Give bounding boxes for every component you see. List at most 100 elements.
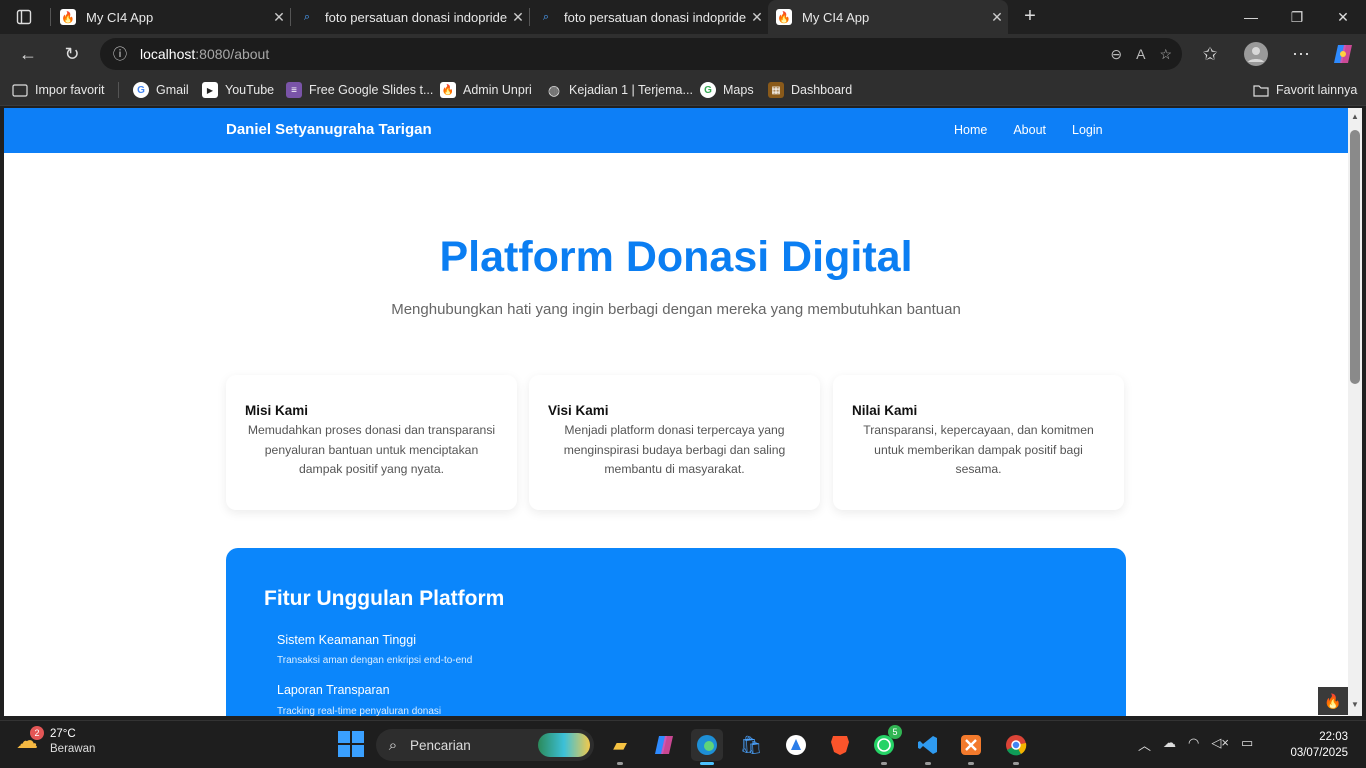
profile-avatar[interactable] bbox=[1240, 38, 1272, 70]
tab-actions-icon[interactable] bbox=[8, 5, 40, 29]
vscode-icon[interactable] bbox=[912, 729, 944, 765]
bookmark-maps[interactable]: G Maps bbox=[700, 74, 754, 106]
feature-title: Sistem Keamanan Tinggi bbox=[277, 633, 416, 647]
tab-strip: 🔥 My CI4 App ✕ ⌕ foto persatuan donasi i… bbox=[0, 0, 1366, 34]
minimize-icon[interactable]: — bbox=[1228, 0, 1274, 34]
favorites-icon[interactable]: ✩ bbox=[1194, 38, 1226, 70]
onedrive-icon[interactable]: ☁ bbox=[1163, 735, 1176, 754]
bookmark-separator bbox=[118, 82, 119, 98]
new-tab-icon[interactable]: + bbox=[1018, 5, 1042, 29]
browser-tab-3[interactable]: ⌕ foto persatuan donasi indopride ✕ bbox=[530, 0, 768, 34]
bookmark-impor-favorit[interactable]: Impor favorit bbox=[12, 74, 104, 106]
edge-browser-icon[interactable] bbox=[691, 729, 723, 765]
feature-title: Laporan Transparan bbox=[277, 683, 390, 697]
nav-link-login[interactable]: Login bbox=[1072, 123, 1103, 137]
address-bar[interactable]: ⓘ localhost:8080/about ⊖ A ☆ bbox=[100, 38, 1182, 70]
back-icon[interactable]: ← bbox=[12, 38, 44, 70]
close-icon[interactable]: ✕ bbox=[268, 9, 290, 26]
copilot-app-icon[interactable] bbox=[648, 729, 680, 761]
folder-import-icon bbox=[12, 82, 28, 98]
bookmark-gmail[interactable]: G Gmail bbox=[133, 74, 189, 106]
card-misi: Misi Kami Memudahkan proses donasi dan t… bbox=[226, 375, 517, 510]
card-title: Visi Kami bbox=[548, 403, 609, 418]
windows-start-icon[interactable] bbox=[338, 731, 364, 757]
taskbar-search[interactable]: ⌕ Pencarian bbox=[376, 729, 594, 761]
bookmarks-bar: Impor favorit G Gmail ▶ YouTube ≡ Free Goog… bbox=[0, 74, 1366, 106]
page-scrollbar[interactable]: ▲ ▼ bbox=[1348, 108, 1362, 716]
file-explorer-icon[interactable]: ▰ bbox=[604, 729, 636, 765]
restore-icon[interactable]: ❐ bbox=[1274, 0, 1320, 34]
browser-tab-2[interactable]: ⌕ foto persatuan donasi indopride ✕ bbox=[291, 0, 529, 34]
card-text: Memudahkan proses donasi dan transparans… bbox=[247, 423, 496, 476]
card-title: Nilai Kami bbox=[852, 403, 918, 418]
taskbar-clock[interactable]: 22:03 03/07/2025 bbox=[1290, 729, 1348, 761]
close-icon[interactable]: ✕ bbox=[986, 9, 1008, 26]
browser-tab-active[interactable]: 🔥 My CI4 App ✕ bbox=[768, 0, 1008, 34]
notification-badge: 2 bbox=[30, 726, 44, 740]
site-navbar: Daniel Setyanugraha Tarigan Home About L… bbox=[4, 108, 1348, 153]
close-window-icon[interactable]: ✕ bbox=[1320, 0, 1366, 34]
more-options-icon[interactable]: ⋯ bbox=[1285, 38, 1317, 70]
nav-link-home[interactable]: Home bbox=[954, 123, 987, 137]
bookmark-google-slides[interactable]: ≡ Free Google Slides t... bbox=[286, 74, 433, 106]
scroll-thumb[interactable] bbox=[1350, 130, 1360, 384]
weather-widget[interactable]: ☁ 2 27°C Berawan bbox=[16, 726, 96, 757]
feature-description: Transaksi aman dengan enkripsi end-to-en… bbox=[277, 655, 473, 666]
codeigniter-icon: 🔥 bbox=[60, 9, 76, 25]
youtube-icon: ▶ bbox=[202, 82, 218, 98]
close-icon[interactable]: ✕ bbox=[746, 9, 768, 26]
tab-title: My CI4 App bbox=[86, 9, 154, 25]
card-visi: Visi Kami Menjadi platform donasi terper… bbox=[529, 375, 820, 510]
taskbar: ☁ 2 27°C Berawan ⌕ Pencarian ▰ 🛍 5 ︿ ☁ ◠… bbox=[0, 720, 1366, 768]
app-store-icon[interactable] bbox=[780, 729, 812, 761]
card-text: Menjadi platform donasi terpercaya yang … bbox=[563, 423, 786, 476]
site-brand[interactable]: Daniel Setyanugraha Tarigan bbox=[226, 121, 432, 138]
google-icon: G bbox=[700, 82, 716, 98]
nav-link-about[interactable]: About bbox=[1013, 123, 1046, 137]
window-controls: — ❐ ✕ bbox=[1228, 0, 1366, 34]
xampp-icon[interactable] bbox=[955, 729, 987, 765]
scroll-up-icon[interactable]: ▲ bbox=[1350, 112, 1360, 122]
page-viewport: Daniel Setyanugraha Tarigan Home About L… bbox=[4, 108, 1348, 716]
feature-description: Tracking real-time penyaluran donasi bbox=[277, 706, 442, 716]
brave-browser-icon[interactable] bbox=[824, 729, 856, 761]
features-section: Fitur Unggulan Platform Sistem Keamanan … bbox=[226, 548, 1126, 716]
close-icon[interactable]: ✕ bbox=[507, 9, 529, 26]
tab-title: My CI4 App bbox=[802, 9, 870, 25]
weather-condition: Berawan bbox=[50, 743, 96, 755]
browser-tab-1[interactable]: 🔥 My CI4 App ✕ bbox=[52, 0, 290, 34]
bookmark-admin-unpri[interactable]: 🔥 Admin Unpri bbox=[440, 74, 532, 106]
bookmark-kejadian[interactable]: ◍ Kejadian 1 | Terjema... bbox=[546, 74, 693, 106]
clock-date: 03/07/2025 bbox=[1290, 747, 1348, 759]
bookmark-dashboard[interactable]: ▦ Dashboard bbox=[768, 74, 852, 106]
whatsapp-icon[interactable]: 5 bbox=[868, 725, 902, 765]
system-tray: ︿ ☁ ◠ ◁× ▭ bbox=[1138, 735, 1253, 754]
microsoft-store-icon[interactable]: 🛍 bbox=[735, 729, 767, 761]
codeigniter-icon: 🔥 bbox=[440, 82, 456, 98]
battery-icon[interactable]: ▭ bbox=[1241, 735, 1253, 754]
chrome-icon[interactable] bbox=[1000, 729, 1032, 765]
read-aloud-icon[interactable]: A bbox=[1136, 46, 1145, 62]
bookmark-favorit-lainnya[interactable]: Favorit lainnya bbox=[1253, 74, 1357, 106]
tab-separator bbox=[50, 8, 51, 26]
dashboard-icon: ▦ bbox=[768, 82, 784, 98]
url-text[interactable]: localhost:8080/about bbox=[140, 46, 269, 62]
site-info-icon[interactable]: ⓘ bbox=[100, 44, 140, 64]
site-menu: Home About Login bbox=[954, 123, 1129, 137]
search-icon: ⌕ bbox=[388, 736, 398, 754]
favorite-star-icon[interactable]: ☆ bbox=[1159, 46, 1172, 63]
volume-muted-icon[interactable]: ◁× bbox=[1211, 735, 1229, 754]
wifi-icon[interactable]: ◠ bbox=[1188, 735, 1199, 754]
codeigniter-debug-icon[interactable]: 🔥 bbox=[1318, 687, 1348, 715]
search-highlight-image bbox=[538, 733, 590, 757]
chevron-up-icon[interactable]: ︿ bbox=[1138, 735, 1151, 754]
zoom-icon[interactable]: ⊖ bbox=[1110, 46, 1122, 63]
address-toolbar: ← ↻ ⓘ localhost:8080/about ⊖ A ☆ ✩ ⋯ bbox=[0, 34, 1366, 74]
scroll-down-icon[interactable]: ▼ bbox=[1350, 700, 1360, 710]
copilot-icon[interactable] bbox=[1327, 38, 1359, 70]
slides-icon: ≡ bbox=[286, 82, 302, 98]
bookmark-youtube[interactable]: ▶ YouTube bbox=[202, 74, 274, 106]
refresh-icon[interactable]: ↻ bbox=[56, 38, 88, 70]
weather-cloud-icon: ☁ 2 bbox=[16, 726, 44, 756]
folder-icon bbox=[1253, 82, 1269, 98]
